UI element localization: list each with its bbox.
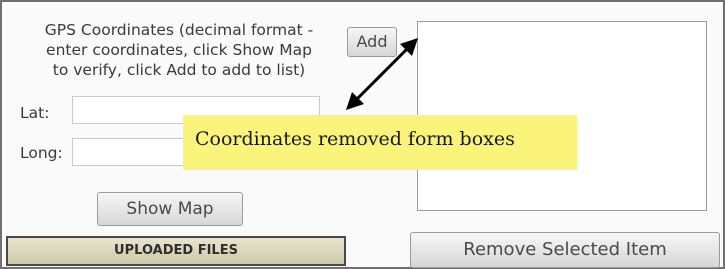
double-arrow-icon (346, 38, 418, 110)
